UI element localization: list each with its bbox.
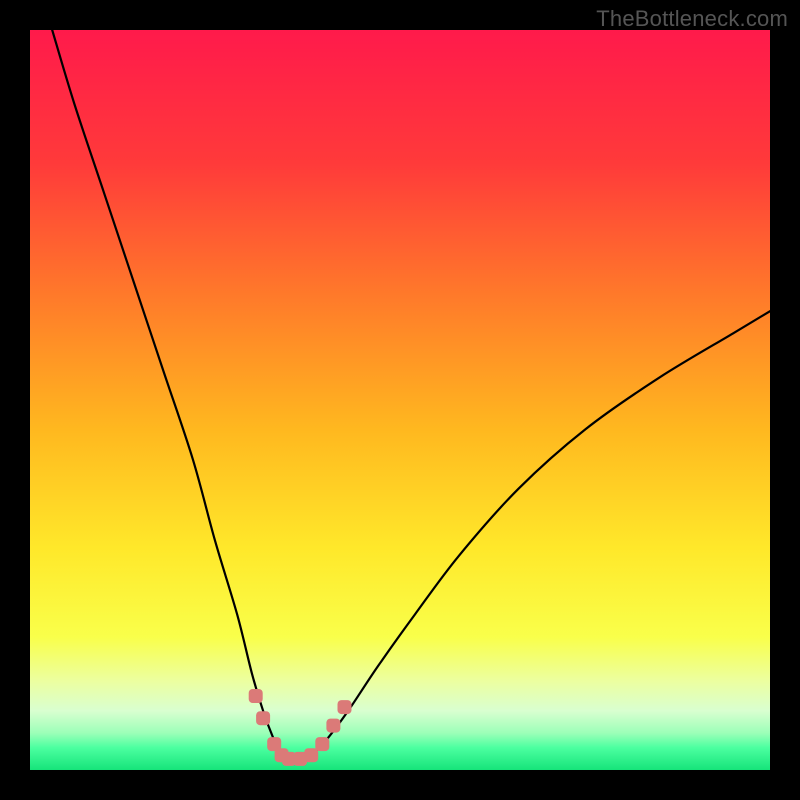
marker-point (326, 719, 340, 733)
watermark-text: TheBottleneck.com (596, 6, 788, 32)
highlight-markers (249, 689, 352, 766)
marker-point (256, 711, 270, 725)
chart-frame: TheBottleneck.com (0, 0, 800, 800)
plot-area (30, 30, 770, 770)
marker-point (338, 700, 352, 714)
marker-point (249, 689, 263, 703)
chart-svg (30, 30, 770, 770)
bottleneck-curve-path (52, 30, 770, 762)
marker-point (315, 737, 329, 751)
marker-point (304, 748, 318, 762)
